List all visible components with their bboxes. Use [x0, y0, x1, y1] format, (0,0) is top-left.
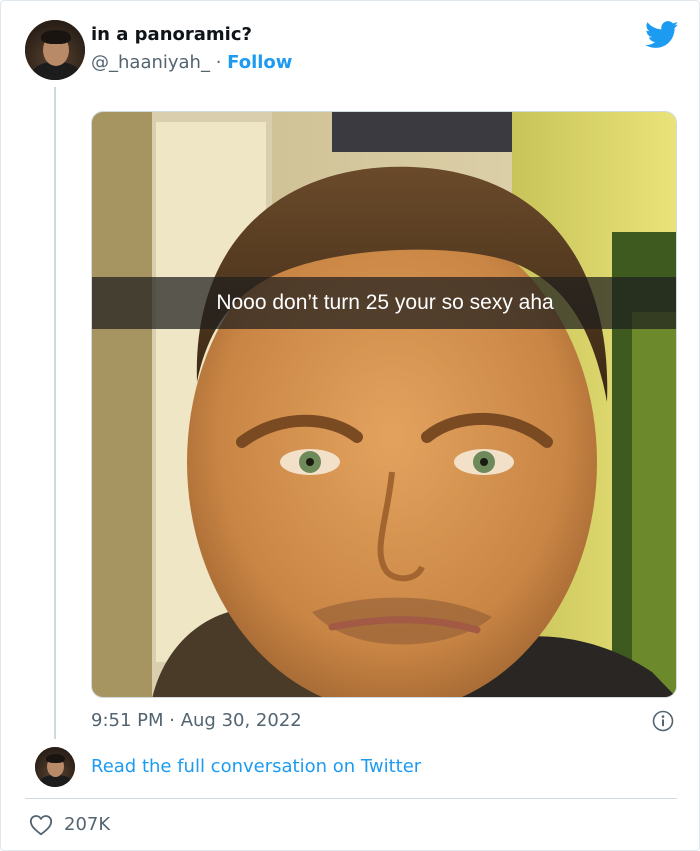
author-handle[interactable]: @_haaniyah_ [91, 52, 210, 73]
read-full-conversation-link[interactable]: Read the full conversation on Twitter [91, 755, 421, 779]
like-count[interactable]: 207K [64, 813, 110, 837]
snapchat-caption-bar: Nooo don’t turn 25 your so sexy aha [92, 277, 676, 329]
author-display-name[interactable]: in a panoramic? [91, 23, 252, 47]
timestamp-separator: · [163, 710, 181, 731]
tweet-date: Aug 30, 2022 [180, 710, 302, 731]
snapchat-caption-text: Nooo don’t turn 25 your so sexy aha [216, 291, 554, 314]
twitter-bird-icon[interactable] [645, 21, 679, 49]
tweet-photo[interactable]: Nooo don’t turn 25 your so sexy aha [91, 111, 677, 698]
handle-separator: · [209, 52, 228, 73]
tweet-timestamp[interactable]: 9:51 PM · Aug 30, 2022 [91, 709, 302, 733]
author-avatar[interactable] [25, 20, 85, 80]
thread-connector-line [54, 87, 56, 739]
author-handle-row: @_haaniyah_ · Follow [91, 51, 292, 75]
tweet-card: in a panoramic? @_haaniyah_ · Follow Noo… [0, 0, 700, 851]
selfie-photo-illustration [92, 112, 676, 697]
info-icon[interactable] [652, 710, 674, 732]
follow-button[interactable]: Follow [227, 52, 292, 73]
heart-icon[interactable] [29, 814, 53, 836]
divider [25, 798, 677, 799]
reply-avatar[interactable] [35, 747, 75, 787]
tweet-time: 9:51 PM [91, 710, 164, 731]
